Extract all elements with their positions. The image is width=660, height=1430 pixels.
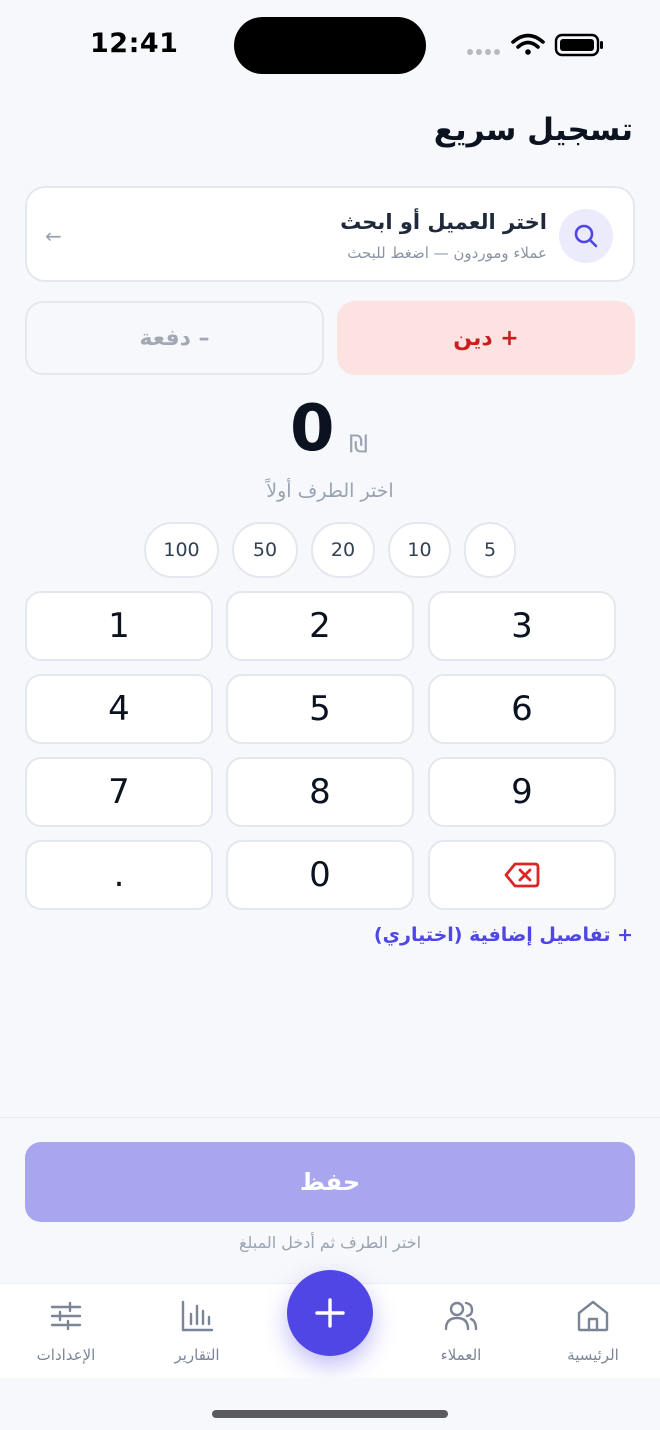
dynamic-island bbox=[234, 17, 426, 74]
tab-reports-label: التقارير bbox=[174, 1346, 220, 1364]
status-bar: 12:41 bbox=[0, 0, 660, 90]
save-hint: اختر الطرف ثم أدخل المبلغ bbox=[238, 1233, 422, 1252]
tab-settings[interactable]: الإعدادات bbox=[6, 1294, 126, 1374]
status-icons bbox=[467, 33, 603, 57]
key-6[interactable]: 6 bbox=[428, 674, 616, 744]
key-3[interactable]: 3 bbox=[428, 591, 616, 661]
amount-display: 0 ₪ bbox=[0, 392, 660, 472]
home-indicator-area bbox=[0, 1378, 660, 1430]
key-2[interactable]: 2 bbox=[226, 591, 414, 661]
bar-chart-icon bbox=[181, 1300, 214, 1332]
tab-customers-label: العملاء bbox=[440, 1346, 482, 1364]
quick-amount-chip[interactable]: 5 bbox=[464, 522, 516, 578]
key-1[interactable]: 1 bbox=[25, 591, 213, 661]
search-title: اختر العميل أو ابحث bbox=[340, 210, 547, 234]
tab-customers[interactable]: العملاء bbox=[401, 1294, 521, 1374]
page-title: تسجيل سريع bbox=[433, 112, 633, 148]
payment-toggle-button[interactable]: – دفعة bbox=[25, 301, 324, 375]
wifi-icon bbox=[511, 33, 545, 55]
quick-amount-chip[interactable]: 50 bbox=[232, 522, 298, 578]
status-time: 12:41 bbox=[90, 28, 179, 59]
key-9[interactable]: 9 bbox=[428, 757, 616, 827]
plus-icon bbox=[315, 1298, 345, 1328]
search-subtitle: عملاء وموردون — اضغط للبحث bbox=[347, 244, 547, 262]
home-indicator[interactable] bbox=[212, 1410, 448, 1418]
quick-amount-chip[interactable]: 100 bbox=[144, 522, 219, 578]
debt-toggle-button[interactable]: + دين bbox=[337, 301, 635, 375]
party-search-card[interactable]: اختر العميل أو ابحث عملاء وموردون — اضغط… bbox=[25, 186, 635, 282]
battery-icon bbox=[554, 33, 603, 57]
save-button[interactable]: حفظ bbox=[25, 1142, 635, 1222]
key-0[interactable]: 0 bbox=[226, 840, 414, 910]
backspace-key[interactable] bbox=[428, 840, 616, 910]
amount-value: 0 bbox=[290, 392, 335, 466]
tab-home-label: الرئيسية bbox=[567, 1346, 619, 1364]
currency-symbol: ₪ bbox=[349, 430, 368, 458]
key-5[interactable]: 5 bbox=[226, 674, 414, 744]
tab-home[interactable]: الرئيسية bbox=[533, 1294, 653, 1374]
search-icon bbox=[559, 209, 613, 263]
signal-icon bbox=[467, 49, 500, 55]
quick-amount-chip[interactable]: 10 bbox=[388, 522, 451, 578]
sliders-icon bbox=[50, 1301, 82, 1331]
amount-hint: اختر الطرف أولاً bbox=[266, 480, 394, 502]
add-entry-button[interactable] bbox=[287, 1270, 373, 1356]
home-icon bbox=[577, 1300, 609, 1332]
quick-amount-chip[interactable]: 20 bbox=[311, 522, 375, 578]
backspace-icon bbox=[504, 862, 540, 888]
tab-settings-label: الإعدادات bbox=[36, 1346, 96, 1364]
tab-reports[interactable]: التقارير bbox=[137, 1294, 257, 1374]
key-4[interactable]: 4 bbox=[25, 674, 213, 744]
arrow-left-icon: ← bbox=[45, 224, 62, 248]
key-decimal[interactable]: . bbox=[25, 840, 213, 910]
key-8[interactable]: 8 bbox=[226, 757, 414, 827]
extra-details-link[interactable]: + تفاصيل إضافية (اختياري) bbox=[374, 924, 633, 946]
key-7[interactable]: 7 bbox=[25, 757, 213, 827]
users-icon bbox=[444, 1301, 478, 1331]
divider bbox=[0, 1117, 660, 1118]
